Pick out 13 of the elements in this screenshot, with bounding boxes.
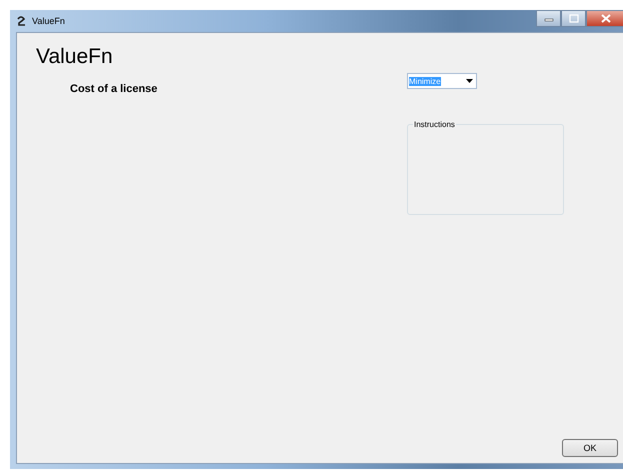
close-button[interactable] (586, 10, 623, 27)
app-icon (16, 16, 27, 26)
instructions-title: Instructions (413, 120, 456, 129)
maximize-button[interactable] (561, 10, 586, 27)
form-heading: ValueFn (36, 45, 114, 69)
minimize-button[interactable] (536, 10, 561, 27)
ok-button[interactable]: OK (562, 439, 618, 457)
caret-icon (466, 79, 473, 83)
minimize-icon (544, 16, 554, 22)
window-title: ValueFn (32, 16, 65, 26)
close-icon (601, 14, 611, 23)
maximize-icon (568, 14, 578, 23)
criterion-label: Cost of a license (70, 83, 158, 95)
